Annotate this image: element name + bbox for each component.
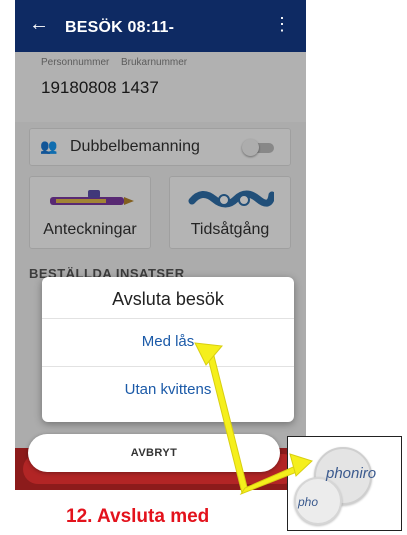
brand-label-small: pho [298,495,319,509]
without-receipt-option[interactable]: Utan kvittens [42,366,294,412]
brand-label: phoniro [326,465,377,482]
phone-screen: ← BESÖK 08:11- ⋮ Personnummer Brukarnumm… [15,0,306,490]
instruction-caption: 12. Avsluta med [66,506,210,527]
dialog-title: Avsluta besök [112,289,224,309]
cancel-button[interactable]: AVBRYT [28,434,280,472]
app-bar: ← BESÖK 08:11- ⋮ [15,0,306,52]
arrow-left-icon[interactable]: ← [29,14,49,34]
phoniro-tag-image: phoniro pho [287,436,402,531]
screenshot-stage: ← BESÖK 08:11- ⋮ Personnummer Brukarnumm… [0,0,407,535]
page-title: BESÖK 08:11- [65,19,175,36]
with-lock-option[interactable]: Med lås [42,318,294,364]
more-vert-icon[interactable]: ⋮ [273,14,291,35]
end-visit-dialog: Avsluta besök Med lås Utan kvittens [42,277,294,422]
modal-scrim[interactable] [15,52,306,490]
